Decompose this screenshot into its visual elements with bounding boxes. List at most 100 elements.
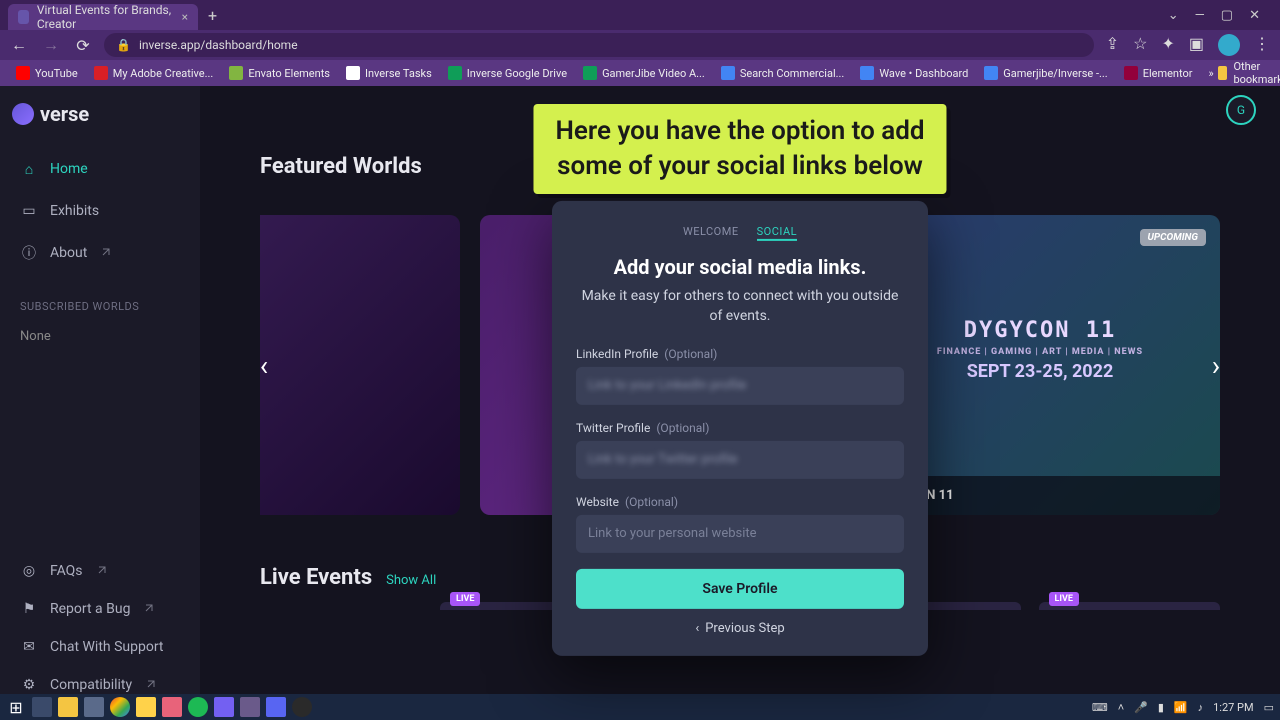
spotify-icon[interactable]: [188, 697, 208, 717]
sidebar-item-chat-support[interactable]: ✉ Chat With Support: [12, 628, 188, 666]
lock-icon: 🔒: [116, 38, 131, 52]
sidebar-item-exhibits[interactable]: ▭ Exhibits: [12, 192, 188, 230]
subscribed-none: None: [12, 325, 188, 348]
menu-icon[interactable]: ⋮: [1254, 34, 1270, 56]
windows-taskbar: ⊞ ⌨ ˄ 🎤 ▮ 📶 ♪ 1:27 PM ▭: [0, 694, 1280, 720]
browser-chrome: Virtual Events for Brands, Creator × + ⌄…: [0, 0, 1280, 86]
share-icon[interactable]: ⇪: [1106, 34, 1119, 56]
linkedin-input[interactable]: [576, 366, 904, 404]
app-icon[interactable]: [162, 697, 182, 717]
address-bar: ← → ⟳ 🔒 inverse.app/dashboard/home ⇪ ☆ ✦…: [0, 30, 1280, 60]
carousel-next[interactable]: ›: [1196, 345, 1236, 385]
live-event-card[interactable]: LIVE: [1039, 602, 1221, 610]
chat-icon: ✉: [20, 638, 38, 656]
bookmark-search[interactable]: Search Commercial...: [715, 64, 851, 82]
tab-welcome[interactable]: WELCOME: [683, 225, 739, 241]
home-icon: ⌂: [20, 160, 38, 178]
website-input[interactable]: [576, 514, 904, 552]
app: verse ⌂ Home ▭ Exhibits ⓘ About SUBSCRIB…: [0, 86, 1280, 720]
bookmark-gamerjibe-video[interactable]: GamerJibe Video A...: [577, 64, 711, 82]
browser-tab[interactable]: Virtual Events for Brands, Creator ×: [8, 4, 198, 30]
tab-social[interactable]: SOCIAL: [757, 225, 797, 241]
sound-icon[interactable]: ♪: [1198, 701, 1204, 714]
modal-title: Add your social media links.: [576, 255, 904, 279]
forward-icon[interactable]: →: [42, 36, 60, 54]
bookmark-youtube[interactable]: YouTube: [10, 64, 84, 82]
sidebar-item-about[interactable]: ⓘ About: [12, 234, 188, 272]
previous-step-link[interactable]: ‹ Previous Step: [576, 620, 904, 635]
bookmark-wave[interactable]: Wave • Dashboard: [854, 64, 974, 82]
search-icon: [721, 66, 735, 80]
discord-icon[interactable]: [266, 697, 286, 717]
keyboard-icon[interactable]: ⌨: [1092, 701, 1108, 714]
bookmarks-overflow[interactable]: »: [1209, 67, 1214, 80]
bookmark-elementor[interactable]: Elementor: [1118, 64, 1199, 82]
bookmark-notion[interactable]: Inverse Tasks: [340, 64, 438, 82]
close-icon[interactable]: ×: [182, 10, 188, 24]
youtube-icon: [16, 66, 30, 80]
back-icon[interactable]: ←: [10, 36, 28, 54]
chevron-down-icon[interactable]: ⌄: [1168, 8, 1179, 23]
bookmark-gdrive[interactable]: Inverse Google Drive: [442, 64, 573, 82]
clock[interactable]: 1:27 PM: [1213, 701, 1253, 714]
bookmark-adobe[interactable]: My Adobe Creative...: [88, 64, 220, 82]
sidebar-item-faqs[interactable]: ◎ FAQs: [12, 552, 188, 590]
system-tray: ⌨ ˄ 🎤 ▮ 📶 ♪ 1:27 PM ▭: [1092, 701, 1274, 714]
maximize-icon[interactable]: ▢: [1221, 8, 1233, 23]
bookmark-envato[interactable]: Envato Elements: [223, 64, 336, 82]
star-icon[interactable]: ☆: [1133, 34, 1147, 56]
notion-icon: [346, 66, 360, 80]
notes-icon[interactable]: [136, 697, 156, 717]
logo-mark-icon: [12, 103, 34, 125]
bookmark-gamerjibe-doc[interactable]: Gamerjibe/Inverse -...: [978, 64, 1113, 82]
url-text: inverse.app/dashboard/home: [139, 38, 298, 52]
notifications-icon[interactable]: ▭: [1264, 701, 1274, 714]
file-explorer-icon[interactable]: [58, 697, 78, 717]
adobe-icon: [94, 66, 108, 80]
twitter-input[interactable]: [576, 440, 904, 478]
viber-icon[interactable]: [214, 697, 234, 717]
sidebar-item-report-bug[interactable]: ⚑ Report a Bug: [12, 590, 188, 628]
chrome-icon[interactable]: [110, 697, 130, 717]
carousel-prev[interactable]: ‹: [244, 345, 284, 385]
start-icon[interactable]: ⊞: [6, 697, 26, 717]
extensions-icon[interactable]: ✦: [1161, 34, 1174, 56]
sidebar-item-home[interactable]: ⌂ Home: [12, 150, 188, 188]
live-events-title: Live Events: [260, 565, 372, 590]
obs-icon[interactable]: [292, 697, 312, 717]
side-panel-icon[interactable]: ▣: [1189, 34, 1204, 56]
world-card[interactable]: LIVE: [260, 215, 460, 515]
main: G Featured Worlds ‹ LIVE 🚀 UPCOMING DYGY…: [200, 86, 1280, 720]
task-view-icon[interactable]: [32, 697, 52, 717]
tab-favicon: [18, 10, 29, 24]
mail-icon[interactable]: [84, 697, 104, 717]
show-all-link[interactable]: Show All: [386, 573, 436, 588]
docs-icon: [984, 66, 998, 80]
tutorial-callout: Here you have the option to add some of …: [533, 104, 946, 194]
logo[interactable]: verse: [12, 102, 188, 126]
user-avatar[interactable]: G: [1226, 95, 1256, 125]
wifi-icon[interactable]: 📶: [1174, 701, 1188, 714]
url-input[interactable]: 🔒 inverse.app/dashboard/home: [104, 33, 1094, 57]
subscribed-worlds-label: SUBSCRIBED WORLDS: [20, 300, 180, 313]
external-link-icon: [142, 603, 154, 615]
folder-icon: [1218, 66, 1228, 80]
external-link-icon: [144, 679, 156, 691]
reload-icon[interactable]: ⟳: [74, 36, 92, 54]
profile-avatar[interactable]: [1218, 34, 1240, 56]
sidebar: verse ⌂ Home ▭ Exhibits ⓘ About SUBSCRIB…: [0, 86, 200, 720]
close-window-icon[interactable]: ✕: [1249, 8, 1260, 23]
live-badge: LIVE: [450, 592, 480, 606]
window-controls: ⌄ — ▢ ✕: [1168, 8, 1272, 23]
live-badge: LIVE: [1049, 592, 1079, 606]
mic-icon[interactable]: 🎤: [1134, 701, 1148, 714]
tray-expand-icon[interactable]: ˄: [1118, 701, 1124, 714]
linkedin-label: LinkedIn Profile(Optional): [576, 346, 904, 360]
minimize-icon[interactable]: —: [1195, 8, 1205, 23]
external-link-icon: [99, 247, 111, 259]
battery-icon[interactable]: ▮: [1158, 701, 1164, 714]
save-profile-button[interactable]: Save Profile: [576, 568, 904, 608]
other-bookmarks[interactable]: Other bookmarks: [1218, 60, 1280, 86]
app2-icon[interactable]: [240, 697, 260, 717]
new-tab-button[interactable]: +: [208, 6, 217, 25]
